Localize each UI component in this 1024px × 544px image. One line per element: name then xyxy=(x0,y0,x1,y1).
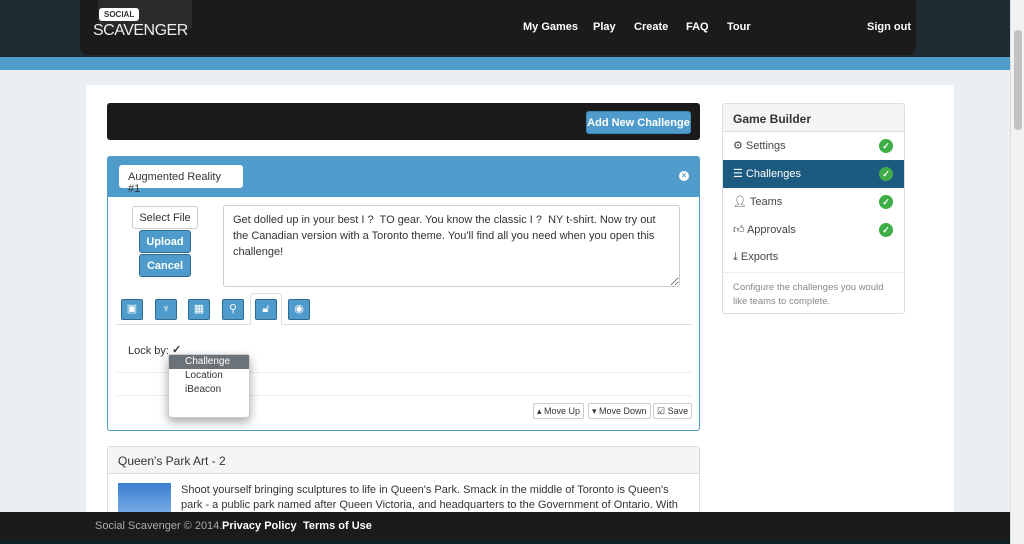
sidebar-item-label: Settings xyxy=(745,140,786,152)
challenge-editor-panel: Augmented Reality #1 × Select File Uploa… xyxy=(107,156,700,431)
accent-bar xyxy=(0,57,1010,70)
lock-by-label: Lock by: xyxy=(128,345,169,357)
sidebar-item-label: Teams xyxy=(749,196,783,208)
nav-create[interactable]: Create xyxy=(634,21,668,33)
sidebar-item-label: Exports xyxy=(740,251,779,263)
upload-button[interactable]: Upload xyxy=(139,230,191,253)
image-icon[interactable]: ▣ xyxy=(121,299,143,320)
sidebar-item-challenges[interactable]: ☰ Challenges ✓ xyxy=(723,160,904,188)
gear-icon: ⚙ xyxy=(733,140,746,152)
download-icon: ⤓ xyxy=(733,251,741,263)
user-icon: 👤︎ xyxy=(733,196,750,208)
sidebar-title: Game Builder xyxy=(723,104,904,132)
save-button[interactable]: ☑ Save xyxy=(653,403,693,419)
caret-up-icon: ▴ xyxy=(537,406,545,416)
sidebar-item-exports[interactable]: ⤓ Exports xyxy=(723,244,904,272)
privacy-policy-link[interactable]: Privacy Policy xyxy=(222,520,297,532)
logo-badge: SOCIAL xyxy=(99,8,140,21)
nav-faq[interactable]: FAQ xyxy=(686,21,709,33)
map-marker-icon[interactable]: ⚲ xyxy=(222,299,244,320)
tab-divider xyxy=(116,324,691,325)
move-down-button[interactable]: ▾ Move Down xyxy=(588,403,651,419)
cancel-button[interactable]: Cancel xyxy=(139,254,191,277)
eye-icon[interactable]: ◉ xyxy=(288,299,310,320)
select-file-button[interactable]: Select File xyxy=(132,206,198,229)
sidebar-item-teams[interactable]: 👤︎ Teams ✓ xyxy=(723,188,904,216)
check-circle-icon: ✓ xyxy=(879,223,893,237)
logo-name: SCAVENGER xyxy=(93,22,188,39)
game-builder-sidebar: Game Builder ⚙ Settings ✓ ☰ Challenges ✓ 👤… xyxy=(722,103,905,314)
sidebar-item-settings[interactable]: ⚙ Settings ✓ xyxy=(723,132,904,160)
challenge-title-input[interactable]: Augmented Reality #1 xyxy=(119,165,243,195)
scrollbar[interactable] xyxy=(1010,0,1024,544)
challenge-card-title: Queen's Park Art - 2 xyxy=(108,447,699,474)
move-down-label: Move Down xyxy=(599,406,647,416)
footer: Social Scavenger © 2014. Privacy Policy … xyxy=(0,512,1010,540)
option-challenge[interactable]: Challenge xyxy=(169,355,249,369)
scrollbar-thumb[interactable] xyxy=(1014,30,1022,130)
save-label: Save xyxy=(667,406,689,416)
sidebar-item-label: Challenges xyxy=(745,168,801,180)
sign-out-link[interactable]: Sign out xyxy=(867,21,911,33)
unlock-icon[interactable]: 🔓︎ xyxy=(255,299,277,320)
footer-bottom xyxy=(0,540,1024,544)
close-icon[interactable]: × xyxy=(679,171,689,181)
copyright: Social Scavenger © 2014. xyxy=(95,520,223,532)
add-new-challenge-button[interactable]: Add New Challenge xyxy=(586,111,691,134)
sidebar-item-label: Approvals xyxy=(746,224,796,236)
nav-play[interactable]: Play xyxy=(593,21,616,33)
move-up-label: Move Up xyxy=(544,406,581,416)
logo[interactable]: SOCIAL SCAVENGER xyxy=(93,8,188,40)
panel-header: Augmented Reality #1 × xyxy=(108,157,699,197)
checkbox-icon: ☑ xyxy=(657,406,668,416)
calendar-icon[interactable]: ▦ xyxy=(188,299,210,320)
challenge-description-textarea[interactable]: Get dolled up in your best I ? TO gear. … xyxy=(223,205,680,287)
nav-tour[interactable]: Tour xyxy=(727,21,751,33)
lock-by-select[interactable]: Challenge Location iBeacon xyxy=(168,354,250,418)
terms-of-use-link[interactable]: Terms of Use xyxy=(303,520,372,532)
nav-my-games[interactable]: My Games xyxy=(523,21,578,33)
sidebar-help-text: Configure the challenges you would like … xyxy=(723,272,904,317)
sidebar-item-approvals[interactable]: 👍︎ Approvals ✓ xyxy=(723,216,904,244)
list-icon: ☰ xyxy=(733,168,746,180)
option-location[interactable]: Location xyxy=(169,369,249,383)
move-up-button[interactable]: ▴ Move Up xyxy=(533,403,585,419)
check-circle-icon: ✓ xyxy=(879,167,893,181)
trophy-icon[interactable]: ♆ xyxy=(155,299,177,320)
check-circle-icon: ✓ xyxy=(879,139,893,153)
thumbs-up-icon: 👍︎ xyxy=(733,224,747,236)
caret-down-icon: ▾ xyxy=(592,406,600,416)
option-ibeacon[interactable]: iBeacon xyxy=(169,383,249,397)
check-circle-icon: ✓ xyxy=(879,195,893,209)
